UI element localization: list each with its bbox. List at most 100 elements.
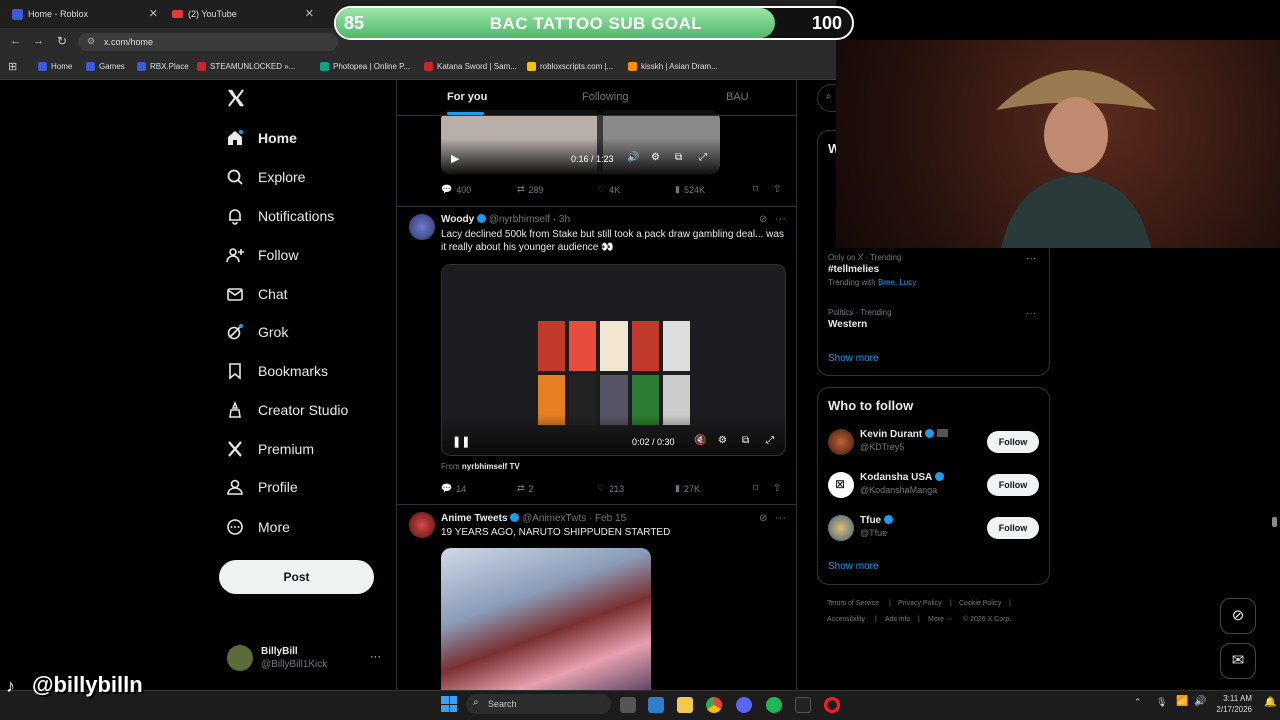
- address-bar[interactable]: ⚙ x.com/home: [78, 33, 338, 51]
- footer-link[interactable]: Cookie Policy: [959, 600, 1001, 607]
- avatar[interactable]: [409, 512, 435, 538]
- settings-icon[interactable]: ⚙: [651, 152, 660, 163]
- trend-links[interactable]: Bree, Lucy: [878, 278, 916, 287]
- bookmark-robloxscripts[interactable]: robloxscripts.com |...: [527, 62, 613, 71]
- views-button[interactable]: ▮ 524K: [675, 184, 705, 195]
- share-icon[interactable]: ⇧: [773, 483, 781, 494]
- store-app-icon[interactable]: [648, 697, 664, 713]
- taskbar-search[interactable]: ⌕ Search: [466, 694, 611, 714]
- messages-float-button[interactable]: ✉: [1220, 643, 1256, 679]
- tweet-time[interactable]: · 3h: [553, 214, 570, 225]
- bookmark-games[interactable]: Games: [86, 62, 125, 71]
- volume-icon[interactable]: 🔊: [627, 152, 639, 163]
- author-handle[interactable]: @nyrbhimself: [489, 214, 550, 225]
- grok-float-button[interactable]: ⊘: [1220, 598, 1256, 634]
- tab-youtube[interactable]: (2) YouTube ✕: [164, 4, 320, 24]
- nav-premium[interactable]: Premium: [226, 440, 314, 458]
- tab-for-you[interactable]: For you: [447, 91, 487, 103]
- more-icon[interactable]: ···: [1026, 253, 1036, 264]
- footer-more-link[interactable]: More ···: [928, 616, 953, 623]
- bookmark-steamunlocked[interactable]: STEAMUNLOCKED »...: [197, 62, 295, 71]
- tab-following[interactable]: Following: [582, 91, 628, 103]
- nav-notifications[interactable]: Notifications: [226, 207, 334, 225]
- tab-bau[interactable]: BAU: [726, 91, 749, 103]
- mouse-app-icon[interactable]: [620, 697, 636, 713]
- avatar[interactable]: [227, 645, 253, 671]
- nav-profile[interactable]: Profile: [226, 478, 298, 496]
- fullscreen-icon[interactable]: ⤢: [766, 435, 774, 446]
- tab-roblox[interactable]: Home - Roblox ✕: [4, 4, 164, 24]
- share-icon[interactable]: ⇧: [773, 184, 781, 195]
- apps-grid-icon[interactable]: ⊞: [8, 60, 17, 73]
- more-icon[interactable]: ···: [775, 512, 786, 524]
- avatar[interactable]: [828, 429, 854, 455]
- avatar[interactable]: ⊠: [828, 472, 854, 498]
- chrome-icon[interactable]: [706, 697, 722, 713]
- settings-icon[interactable]: ⚙: [718, 435, 727, 446]
- nav-bookmarks[interactable]: Bookmarks: [226, 362, 328, 380]
- follow-button[interactable]: Follow: [987, 431, 1039, 453]
- bookmark-photopea[interactable]: Photopea | Online P...: [320, 62, 410, 71]
- post-button[interactable]: Post: [219, 560, 374, 594]
- nav-home[interactable]: Home: [226, 129, 297, 147]
- file-explorer-icon[interactable]: [677, 697, 693, 713]
- reply-button[interactable]: 💬 400: [441, 184, 471, 195]
- reply-button[interactable]: 💬 14: [441, 483, 466, 494]
- avatar[interactable]: [828, 515, 854, 541]
- close-icon[interactable]: ✕: [305, 7, 314, 20]
- windows-start-icon[interactable]: [441, 696, 457, 712]
- microphone-icon[interactable]: 🎙: [1156, 697, 1167, 708]
- nav-creator-studio[interactable]: Creator Studio: [226, 401, 348, 419]
- taskbar-clock[interactable]: 3:11 AM 2/17/2026: [1212, 693, 1252, 715]
- play-icon[interactable]: ▶: [451, 152, 459, 165]
- game-app-icon[interactable]: [795, 697, 811, 713]
- grok-icon[interactable]: ⊘: [759, 513, 767, 524]
- back-icon[interactable]: ←: [10, 35, 21, 47]
- close-icon[interactable]: ✕: [149, 7, 158, 20]
- nav-more[interactable]: More: [226, 518, 290, 536]
- bookmark-kisskh[interactable]: kisskh | Asian Dram...: [628, 62, 718, 71]
- nav-grok[interactable]: Grok: [226, 323, 288, 341]
- tweet-time[interactable]: · Feb 15: [589, 513, 626, 524]
- nav-chat[interactable]: Chat: [226, 285, 288, 303]
- footer-link[interactable]: Privacy Policy: [898, 600, 942, 607]
- opera-icon[interactable]: [824, 697, 840, 713]
- more-icon[interactable]: ···: [775, 213, 786, 225]
- grok-icon[interactable]: ⊘: [759, 214, 767, 225]
- follow-button[interactable]: Follow: [987, 474, 1039, 496]
- pip-icon[interactable]: ⧉: [742, 435, 749, 446]
- discord-icon[interactable]: [736, 697, 752, 713]
- x-logo-icon[interactable]: [226, 88, 246, 108]
- site-info-icon[interactable]: ⚙: [87, 36, 95, 47]
- trend-item[interactable]: Politics · Trending Western: [828, 308, 892, 330]
- notification-bell-icon[interactable]: 🔔: [1264, 697, 1276, 708]
- follow-suggestion[interactable]: Kodansha USA @KodanshaManga: [860, 472, 944, 495]
- like-button[interactable]: ♡ 213: [597, 483, 624, 494]
- show-more-link[interactable]: Show more: [828, 561, 879, 572]
- footer-link[interactable]: Accessibility: [827, 616, 865, 623]
- pip-icon[interactable]: ⧉: [675, 152, 682, 163]
- spotify-icon[interactable]: [766, 697, 782, 713]
- reload-icon[interactable]: ↻: [57, 34, 67, 48]
- fullscreen-icon[interactable]: ⤢: [699, 152, 707, 163]
- from-source[interactable]: nyrbhimself TV: [462, 462, 520, 471]
- bookmark-katana[interactable]: Katana Sword | Sam...: [424, 62, 517, 71]
- follow-suggestion[interactable]: Kevin Durant @KDTrey5: [860, 429, 948, 452]
- repost-button[interactable]: ⇄ 289: [517, 184, 544, 195]
- mute-icon[interactable]: 🔇: [694, 435, 706, 446]
- more-icon[interactable]: ···: [1026, 308, 1036, 319]
- forward-icon[interactable]: →: [33, 35, 44, 47]
- avatar[interactable]: [409, 214, 435, 240]
- trend-item[interactable]: Only on X · Trending #tellmelies Trendin…: [828, 253, 916, 287]
- wifi-icon[interactable]: 📶: [1176, 696, 1188, 707]
- tray-chevron-icon[interactable]: ⌃: [1134, 697, 1142, 708]
- volume-icon[interactable]: 🔊: [1194, 696, 1206, 707]
- video-player[interactable]: ▶ 0:16 / 1:23 🔊 ⚙ ⧉ ⤢: [441, 110, 720, 174]
- pause-icon[interactable]: ❚❚: [452, 435, 470, 448]
- bookmark-icon[interactable]: ⌑: [753, 184, 758, 195]
- video-player[interactable]: ❚❚ 0:02 / 0:30 🔇 ⚙ ⧉ ⤢: [441, 264, 786, 456]
- nav-follow[interactable]: Follow: [226, 246, 298, 264]
- bookmark-icon[interactable]: ⌑: [753, 483, 758, 494]
- repost-button[interactable]: ⇄ 2: [517, 483, 534, 494]
- bookmark-home[interactable]: Home: [38, 62, 72, 71]
